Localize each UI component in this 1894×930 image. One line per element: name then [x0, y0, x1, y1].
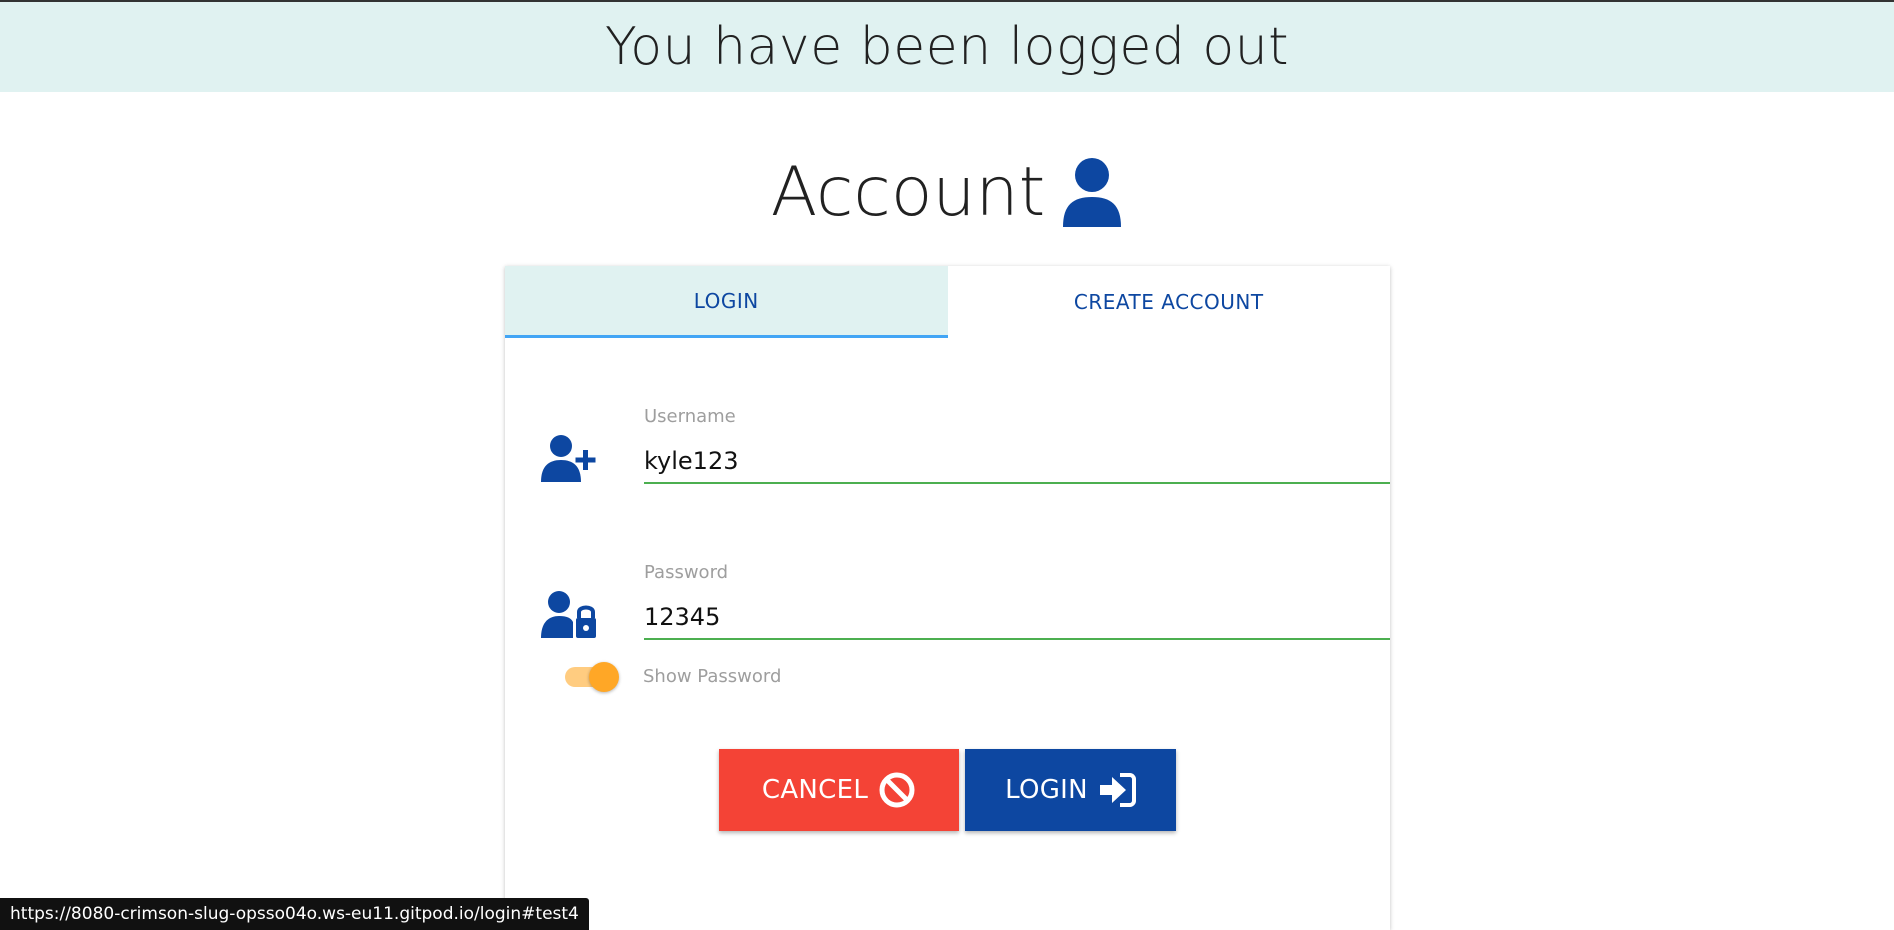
logout-banner: You have been logged out	[0, 0, 1894, 92]
toggle-thumb[interactable]	[589, 661, 619, 692]
page-header: Account	[0, 150, 1894, 234]
sign-in-icon	[1099, 773, 1136, 807]
cancel-button-label: CANCEL	[761, 775, 869, 805]
page-title: Account	[770, 152, 1046, 232]
username-input[interactable]	[644, 440, 1390, 484]
user-icon	[1063, 158, 1122, 227]
show-password-label: Show Password	[643, 666, 782, 687]
user-lock-icon	[541, 591, 596, 638]
show-password-toggle[interactable]	[565, 661, 619, 692]
tab-create-account[interactable]: CREATE ACCOUNT	[948, 266, 1391, 338]
username-label: Username	[644, 406, 736, 427]
show-password-toggle-row: Show Password	[565, 661, 782, 692]
login-button[interactable]: LOGIN	[965, 749, 1176, 831]
password-label: Password	[644, 562, 729, 583]
tab-bar: LOGIN CREATE ACCOUNT	[505, 266, 1390, 338]
password-input[interactable]	[644, 596, 1390, 640]
ban-icon	[879, 772, 915, 808]
tab-login[interactable]: LOGIN	[505, 266, 948, 338]
logout-message: You have been logged out	[604, 17, 1290, 77]
cancel-button[interactable]: CANCEL	[719, 749, 959, 831]
status-bar-url: https://8080-crimson-slug-opsso04o.ws-eu…	[0, 898, 589, 930]
user-plus-icon	[541, 435, 596, 482]
username-field-group: Username	[541, 406, 1390, 506]
login-button-label: LOGIN	[1005, 775, 1088, 805]
account-card: LOGIN CREATE ACCOUNT Username Password S…	[505, 266, 1390, 930]
password-field-group: Password	[541, 562, 1390, 662]
